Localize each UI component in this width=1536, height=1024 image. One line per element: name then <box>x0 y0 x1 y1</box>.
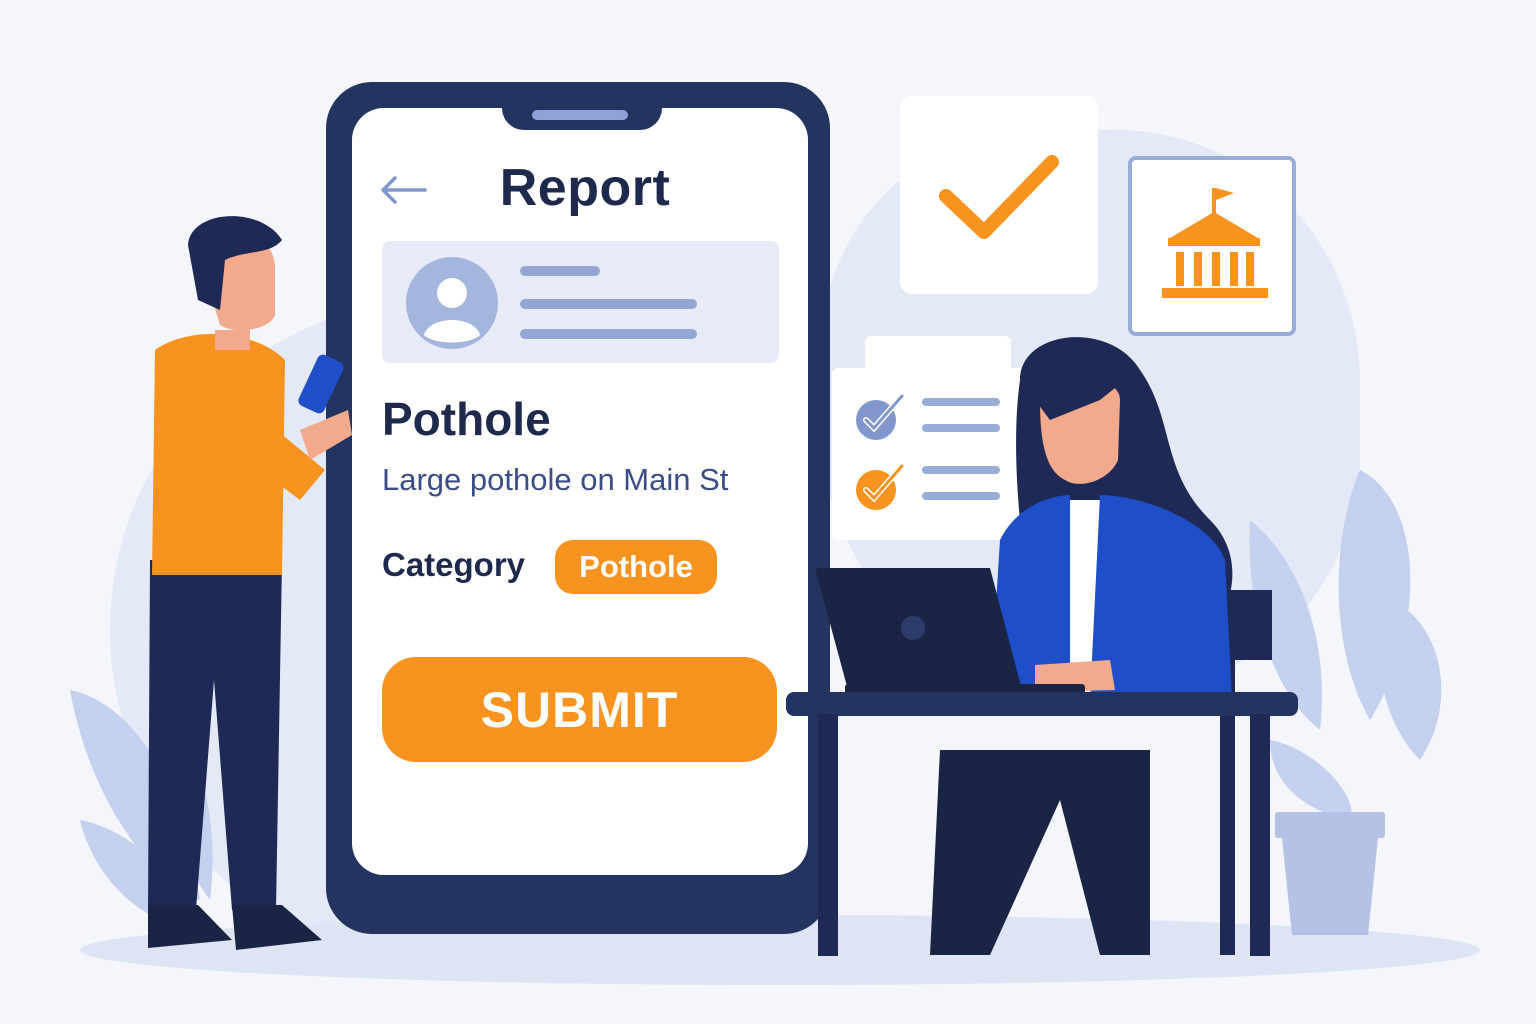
woman-figure <box>786 337 1298 956</box>
man-figure <box>148 216 352 950</box>
illustration-scene: Report Pothole Large pothole on Main St … <box>0 0 1536 1024</box>
people-illustration <box>148 216 1298 956</box>
